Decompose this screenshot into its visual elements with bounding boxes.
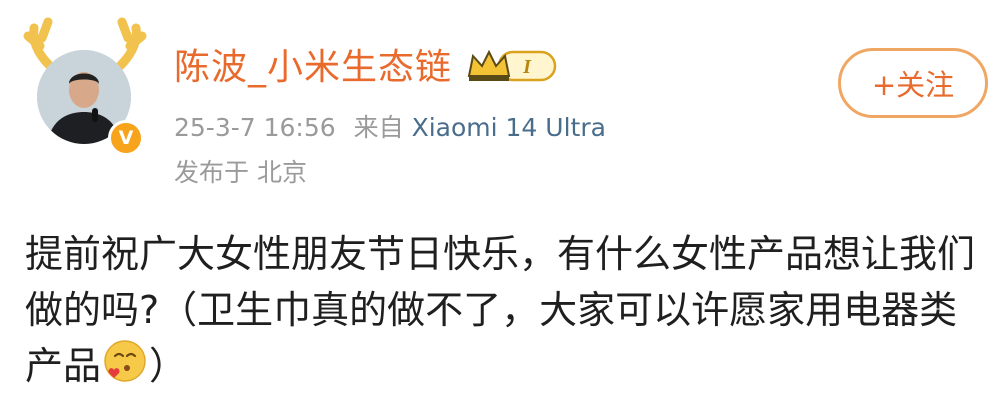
post-text: 提前祝广大女性朋友节日快乐，有什么女性产品想让我们做的吗?（卫生巾真的做不了，大… bbox=[25, 226, 985, 398]
blowing-kiss-emoji-icon bbox=[103, 339, 147, 398]
follow-button[interactable]: +关注 bbox=[838, 48, 988, 118]
level-badge-text: I bbox=[522, 56, 532, 78]
user-avatar-area[interactable]: V bbox=[20, 14, 150, 156]
source-prefix: 来自 bbox=[353, 113, 404, 142]
post-text-close: ） bbox=[149, 344, 188, 388]
post-time: 25-3-7 16:56 bbox=[174, 113, 336, 142]
post-meta: 25-3-7 16:56 来自 Xiaomi 14 Ultra bbox=[174, 112, 606, 144]
vip-crown-badge-icon[interactable]: I bbox=[465, 46, 561, 90]
post-location: 发布于 北京 bbox=[174, 158, 307, 187]
device-link[interactable]: Xiaomi 14 Ultra bbox=[412, 113, 606, 142]
verified-badge-icon: V bbox=[108, 120, 144, 156]
username-link[interactable]: 陈波_小米生态链 bbox=[174, 46, 452, 90]
